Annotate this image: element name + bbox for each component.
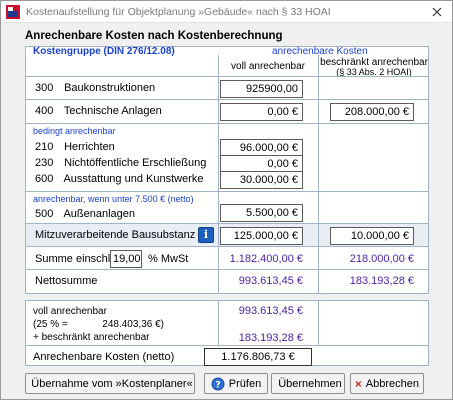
cancel-x-icon [355, 380, 362, 387]
row-divider-gross [26, 269, 428, 270]
gross-label-prefix: Summe einschl. [35, 253, 114, 265]
summary-share-label: (25 % = [33, 319, 68, 330]
cancel-button[interactable]: Abbrechen [350, 373, 424, 394]
gross-limited-value: 218.000,00 € [349, 253, 414, 265]
group-header: Kostengruppe (DIN 276/12.08) [33, 46, 175, 57]
row-300-full-input[interactable]: 925900,00 [220, 80, 303, 98]
substance-limited-input[interactable]: 10.000,00 € [330, 227, 414, 245]
col-divider-1 [218, 55, 219, 293]
summary-plus-value: 183.193,28 € [238, 332, 303, 344]
row-600-full-input[interactable]: 30.000,00 € [220, 171, 303, 189]
row-400-full-input[interactable]: 0,00 € [220, 103, 303, 121]
under-limit-header: anrechenbar, wenn unter 7.500 € (netto) [33, 194, 194, 204]
summary-divider [26, 345, 428, 346]
row-500-label: 500 Außenanlagen [35, 208, 136, 220]
window-title: Kostenaufstellung für Objektplanung »Geb… [26, 6, 331, 18]
col-divider-2-substance [318, 224, 319, 246]
substance-label: Mitzuverarbeitende Bausubstanz [35, 229, 196, 241]
info-button[interactable]: i [198, 227, 214, 243]
summary-col-divider-2 [318, 301, 319, 345]
row-230-label: 230 Nichtöffentliche Erschließung [35, 157, 207, 169]
info-icon: i [203, 228, 209, 241]
col-full-header: voll anrechenbar [231, 61, 305, 72]
row-400-limited-input[interactable]: 208.000,00 € [330, 103, 414, 121]
row-300-label: 300 Baukonstruktionen [35, 82, 156, 94]
cost-header: anrechenbare Kosten [272, 46, 368, 57]
gross-full-value: 1.182.400,00 € [229, 253, 303, 265]
row-500-full-input[interactable]: 5.500,00 € [220, 204, 303, 222]
total-value: 1.176.806,73 € [204, 348, 312, 366]
import-from-costplanner-button[interactable]: Übernahme vom »Kostenplaner« [25, 373, 195, 394]
app-icon [6, 5, 20, 19]
import-button-label: Übernahme vom »Kostenplaner« [31, 377, 193, 390]
substance-full-input[interactable]: 125.000,00 € [220, 227, 303, 245]
summary-plus-label: + beschränkt anrechenbar [33, 332, 150, 343]
close-icon [432, 7, 442, 17]
summary-col-divider-1 [218, 301, 219, 345]
row-600-label: 600 Ausstattung und Kunstwerke [35, 173, 204, 185]
page-heading: Anrechenbare Kosten nach Kostenberechnun… [25, 30, 283, 42]
check-button-label: Prüfen [228, 377, 262, 390]
cost-table-panel: Kostengruppe (DIN 276/12.08) anrechenbar… [25, 46, 429, 294]
vat-rate-input[interactable]: 19,00 [110, 250, 142, 268]
close-button[interactable] [426, 3, 448, 21]
net-limited-value: 183.193,28 € [349, 275, 414, 287]
net-label: Nettosumme [35, 275, 98, 287]
row-divider-substance [26, 246, 428, 247]
dialog-window: Kostenaufstellung für Objektplanung »Geb… [0, 0, 453, 400]
conditional-header: bedingt anrechenbar [33, 126, 116, 136]
gross-label-suffix: % MwSt [148, 253, 189, 265]
total-label: Anrechenbare Kosten (netto) [33, 351, 175, 363]
row-210-label: 210 Herrichten [35, 141, 115, 153]
row-400-label: 400 Technische Anlagen [35, 105, 162, 117]
help-icon: ? [211, 377, 225, 390]
cancel-button-label: Abbrechen [365, 377, 419, 390]
col-divider-1-substance [218, 224, 219, 246]
summary-panel: voll anrechenbar 993.613,45 € (25 % = 24… [25, 300, 429, 366]
svg-text:?: ? [215, 380, 220, 390]
net-full-value: 993.613,45 € [238, 275, 303, 287]
check-button[interactable]: ? Prüfen [204, 373, 268, 394]
title-bar: Kostenaufstellung für Objektplanung »Geb… [1, 1, 452, 23]
header-divider [26, 76, 428, 77]
accept-button[interactable]: Übernehmen [271, 373, 345, 394]
col-divider-2 [318, 55, 319, 293]
row-divider-conditional [26, 191, 428, 192]
row-divider-400 [26, 123, 428, 124]
summary-full-label: voll anrechenbar [33, 306, 107, 317]
summary-share-value: 248.403,36 €) [102, 319, 164, 330]
accept-button-label: Übernehmen [278, 377, 342, 390]
summary-full-value: 993.613,45 € [238, 305, 303, 317]
row-divider-300 [26, 99, 428, 100]
